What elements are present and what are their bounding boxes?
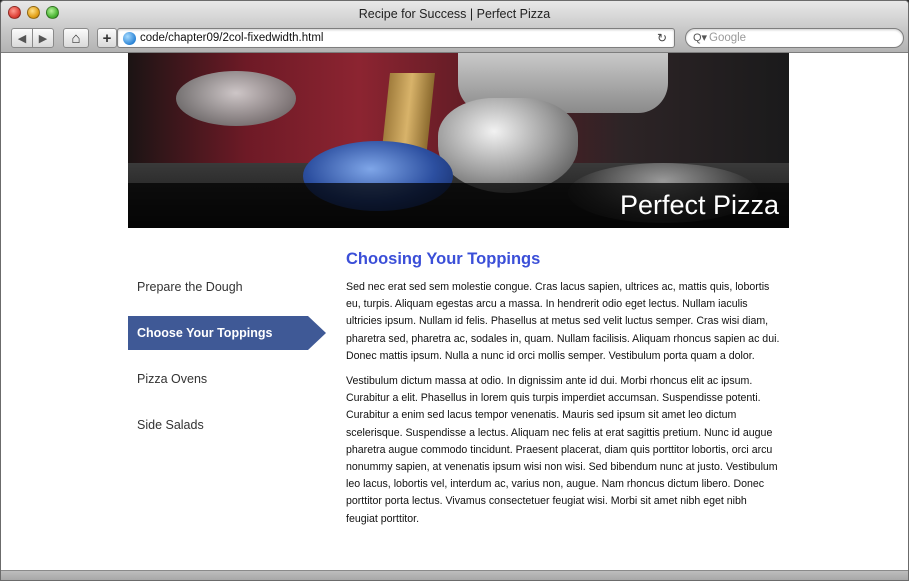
url-text[interactable]: code/chapter09/2col-fixedwidth.html	[140, 32, 323, 44]
sieve-graphic	[176, 71, 296, 126]
search-placeholder: Google	[709, 32, 747, 44]
window-title: Recipe for Success | Perfect Pizza	[358, 7, 551, 21]
site-title: Perfect Pizza	[619, 190, 779, 220]
add-bookmark-button[interactable]: +	[97, 28, 117, 48]
home-button[interactable]: ⌂	[63, 28, 89, 48]
browser-window: Recipe for Success | Perfect Pizza ◀ ▶ ⌂…	[0, 0, 909, 581]
sidebar-item-side-salads[interactable]: Side Salads	[128, 408, 308, 442]
plus-icon: +	[102, 29, 112, 47]
forward-arrow-icon: ▶	[38, 32, 48, 45]
back-button[interactable]: ◀	[11, 28, 33, 48]
reload-icon[interactable]: ↻	[657, 31, 667, 45]
mixing-bowl-graphic	[438, 98, 578, 193]
globe-icon	[123, 32, 136, 45]
sidebar-item-prepare-dough[interactable]: Prepare the Dough	[128, 270, 308, 304]
header-banner-image: Perfect Pizza	[128, 53, 789, 228]
sidebar-item-choose-toppings[interactable]: Choose Your Toppings	[128, 316, 326, 350]
main-content: Choosing Your Toppings Sed nec erat sed …	[346, 250, 781, 536]
title-bar: Recipe for Success | Perfect Pizza ◀ ▶ ⌂…	[1, 1, 908, 53]
back-arrow-icon: ◀	[17, 32, 27, 45]
page-heading: Choosing Your Toppings	[346, 250, 541, 268]
forward-button[interactable]: ▶	[32, 28, 54, 48]
search-icon[interactable]: Q▾	[693, 31, 707, 44]
sidebar-item-pizza-ovens[interactable]: Pizza Ovens	[128, 362, 308, 396]
address-bar[interactable]: code/chapter09/2col-fixedwidth.html ↻	[117, 28, 675, 48]
page-viewport: Perfect Pizza Prepare the Dough Choose Y…	[1, 53, 908, 570]
paragraph: Sed nec erat sed sem molestie congue. Cr…	[346, 281, 780, 362]
search-field[interactable]: Q▾ Google	[685, 28, 904, 48]
status-bar	[1, 570, 908, 580]
paragraph: Vestibulum dictum massa at odio. In dign…	[346, 375, 778, 525]
home-icon: ⌂	[71, 29, 81, 47]
